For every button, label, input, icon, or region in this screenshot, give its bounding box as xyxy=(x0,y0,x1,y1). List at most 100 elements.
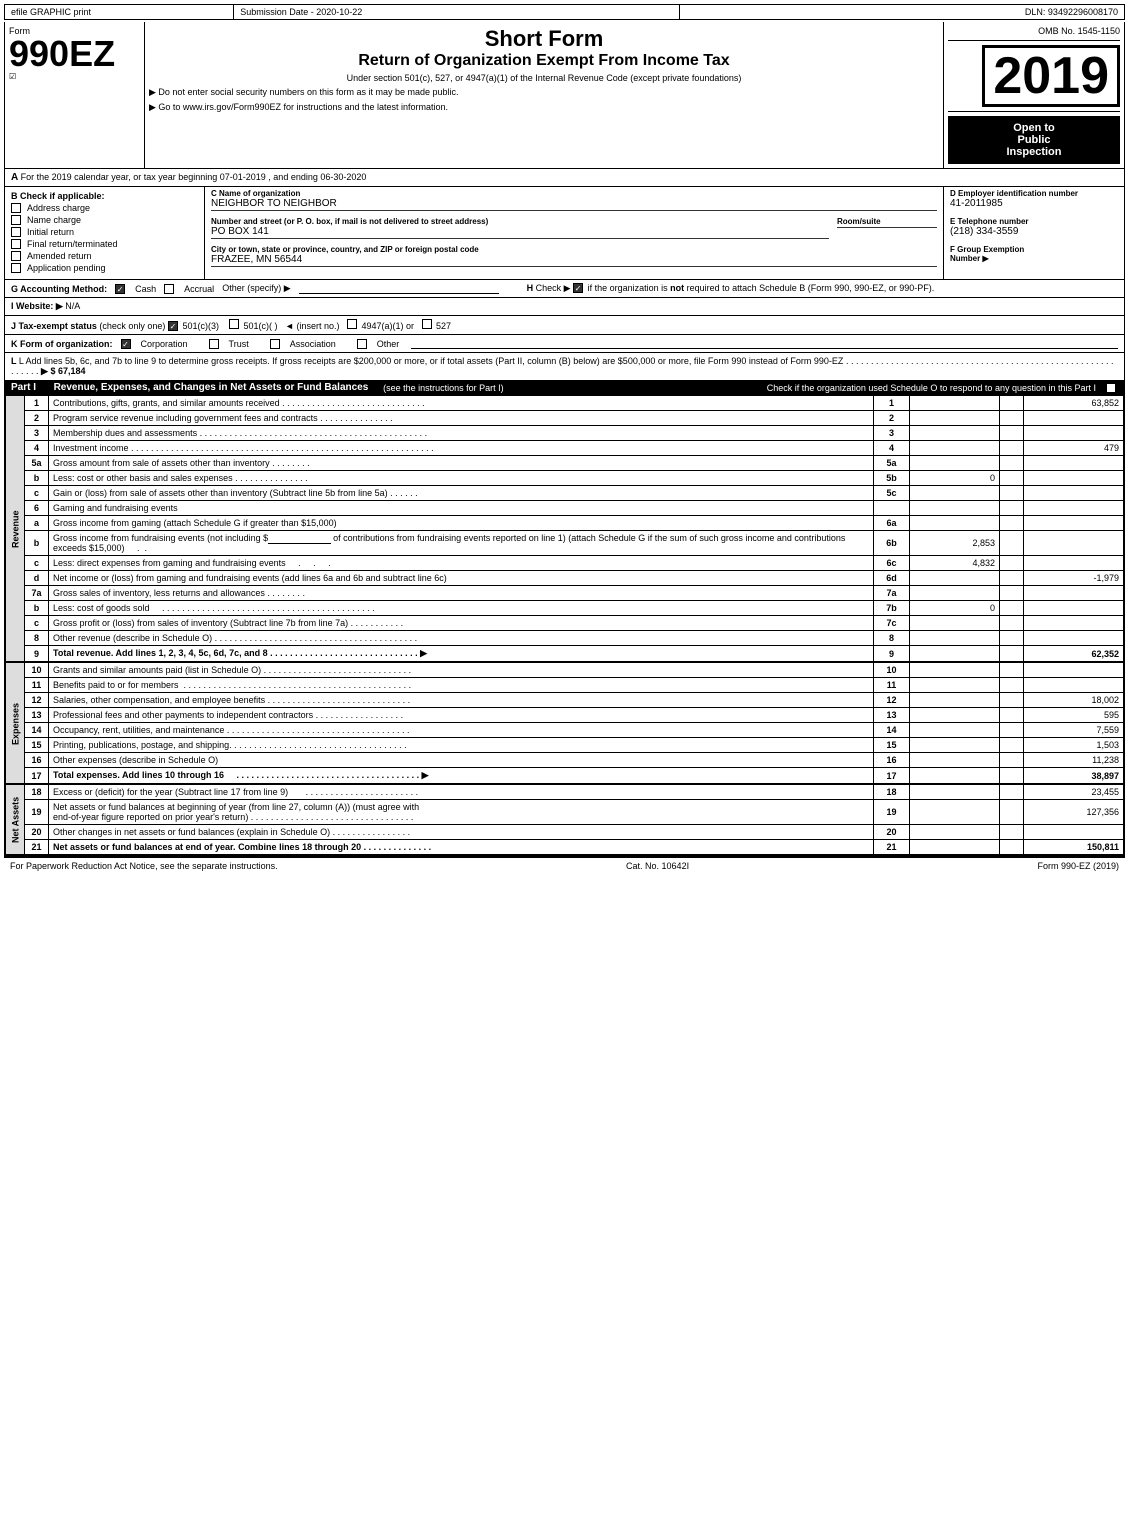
line-6b-amount xyxy=(1024,531,1124,556)
add-lines-text: L Add lines 5b, 6c, and 7b to line 9 to … xyxy=(19,356,844,366)
line-16-num: 16 xyxy=(25,753,49,768)
insert-no: ◄ (insert no.) xyxy=(285,321,339,331)
line-21-num: 21 xyxy=(25,840,49,855)
other-org-checkbox[interactable] xyxy=(357,339,367,349)
line-20-desc: Other changes in net assets or fund bala… xyxy=(49,825,874,840)
line-13-sub xyxy=(910,708,1000,723)
line-18-desc: Excess or (deficit) for the year (Subtra… xyxy=(49,785,874,800)
line-7b-ref: 7b xyxy=(874,601,910,616)
table-row: 12 Salaries, other compensation, and emp… xyxy=(6,693,1124,708)
line-8-ref: 8 xyxy=(874,631,910,646)
line-1-desc: Contributions, gifts, grants, and simila… xyxy=(49,396,874,411)
cash-checkbox[interactable]: ✓ xyxy=(115,284,125,294)
address-label: Number and street (or P. O. box, if mail… xyxy=(211,217,829,226)
line-21-ref: 21 xyxy=(874,840,910,855)
line-6-amount xyxy=(1024,501,1124,516)
net-assets-side-label: Net Assets xyxy=(6,785,25,855)
other-org-label: Other xyxy=(377,339,400,349)
line-2-linenum xyxy=(1000,411,1024,426)
part1-label: Part I xyxy=(11,382,36,393)
tax-exempt-note: (check only one) xyxy=(99,321,168,331)
line-8-num: 8 xyxy=(25,631,49,646)
line-11-amount xyxy=(1024,678,1124,693)
line-5a-desc: Gross amount from sale of assets other t… xyxy=(49,456,874,471)
corp-checkbox[interactable]: ✓ xyxy=(121,339,131,349)
line-10-num: 10 xyxy=(25,663,49,678)
4947-label: 4947(a)(1) or xyxy=(361,321,414,331)
line-17-desc: Total expenses. Add lines 10 through 16 … xyxy=(49,768,874,784)
line-6-num: 6 xyxy=(25,501,49,516)
line-19-ref: 19 xyxy=(874,800,910,825)
form-id-block: Form 990EZ ☑ xyxy=(5,22,145,168)
assoc-label: Association xyxy=(290,339,336,349)
assoc-checkbox[interactable] xyxy=(270,339,280,349)
line-9-amount: 62,352 xyxy=(1024,646,1124,662)
accrual-label: Accrual xyxy=(184,284,214,294)
line-3-sub xyxy=(910,426,1000,441)
line-17-amount: 38,897 xyxy=(1024,768,1124,784)
line-4-ref: 4 xyxy=(874,441,910,456)
main-header: Form 990EZ ☑ Short Form Return of Organi… xyxy=(4,22,1125,169)
line-15-num: 15 xyxy=(25,738,49,753)
application-pending-checkbox[interactable] xyxy=(11,263,21,273)
line-3-desc: Membership dues and assessments . . . . … xyxy=(49,426,874,441)
trust-checkbox[interactable] xyxy=(209,339,219,349)
line-11-sub xyxy=(910,678,1000,693)
other-label: Other (specify) ▶ xyxy=(222,283,290,294)
accrual-checkbox[interactable] xyxy=(164,284,174,294)
table-row: 21 Net assets or fund balances at end of… xyxy=(6,840,1124,855)
table-row: Revenue 1 Contributions, gifts, grants, … xyxy=(6,396,1124,411)
expenses-side-label: Expenses xyxy=(6,663,25,784)
527-checkbox[interactable] xyxy=(422,319,432,329)
line-10-ref: 10 xyxy=(874,663,910,678)
amended-return-checkbox[interactable] xyxy=(11,251,21,261)
tax-exempt-label: J Tax-exempt status xyxy=(11,321,97,331)
address-change-row: Address charge xyxy=(11,203,198,213)
initial-return-checkbox[interactable] xyxy=(11,227,21,237)
line-6b-desc: Gross income from fundraising events (no… xyxy=(49,531,874,556)
501c3-checkbox[interactable]: ✓ xyxy=(168,321,178,331)
line-10-amount xyxy=(1024,663,1124,678)
subtitle: Under section 501(c), 527, or 4947(a)(1)… xyxy=(149,73,939,83)
line-6c-linenum xyxy=(1000,556,1024,571)
address-change-checkbox[interactable] xyxy=(11,203,21,213)
application-pending-row: Application pending xyxy=(11,263,198,273)
short-form-title: Short Form xyxy=(149,26,939,52)
line-6a-desc: Gross income from gaming (attach Schedul… xyxy=(49,516,874,531)
open-to-public: Open toPublicInspection xyxy=(948,116,1120,164)
line-5a-ref: 5a xyxy=(874,456,910,471)
line-5c-num: c xyxy=(25,486,49,501)
501c-checkbox[interactable] xyxy=(229,319,239,329)
name-change-checkbox[interactable] xyxy=(11,215,21,225)
line-20-amount xyxy=(1024,825,1124,840)
line-10-sub xyxy=(910,663,1000,678)
4947-checkbox[interactable] xyxy=(347,319,357,329)
line-16-desc: Other expenses (describe in Schedule O) xyxy=(49,753,874,768)
line-6-ref xyxy=(874,501,910,516)
schedule-o-checkbox[interactable] xyxy=(1106,383,1116,393)
line-20-sub xyxy=(910,825,1000,840)
part1-header: Part I Revenue, Expenses, and Changes in… xyxy=(5,380,1124,395)
501c3-label: 501(c)(3) xyxy=(182,321,219,331)
check-schedule-o: Check if the organization used Schedule … xyxy=(510,383,1096,393)
line-7c-linenum xyxy=(1000,616,1024,631)
line-6d-linenum xyxy=(1000,571,1024,586)
line-5b-amount xyxy=(1024,471,1124,486)
final-return-checkbox[interactable] xyxy=(11,239,21,249)
line-6-linenum xyxy=(1000,501,1024,516)
line-6c-ref: 6c xyxy=(874,556,910,571)
line-6c-sub: 4,832 xyxy=(910,556,1000,571)
net-assets-table: Net Assets 18 Excess or (deficit) for th… xyxy=(5,784,1124,855)
line-20-linenum xyxy=(1000,825,1024,840)
no-ssn-notice: ▶ Do not enter social security numbers o… xyxy=(149,87,939,98)
line-7c-num: c xyxy=(25,616,49,631)
line-7b-sub: 0 xyxy=(910,601,1000,616)
line-2-num: 2 xyxy=(25,411,49,426)
line-12-sub xyxy=(910,693,1000,708)
line-7b-linenum xyxy=(1000,601,1024,616)
line-2-sub xyxy=(910,411,1000,426)
line-9-desc: Total revenue. Add lines 1, 2, 3, 4, 5c,… xyxy=(49,646,874,662)
line-6c-amount xyxy=(1024,556,1124,571)
line-5b-num: b xyxy=(25,471,49,486)
org-name-value: NEIGHBOR TO NEIGHBOR xyxy=(211,198,937,211)
